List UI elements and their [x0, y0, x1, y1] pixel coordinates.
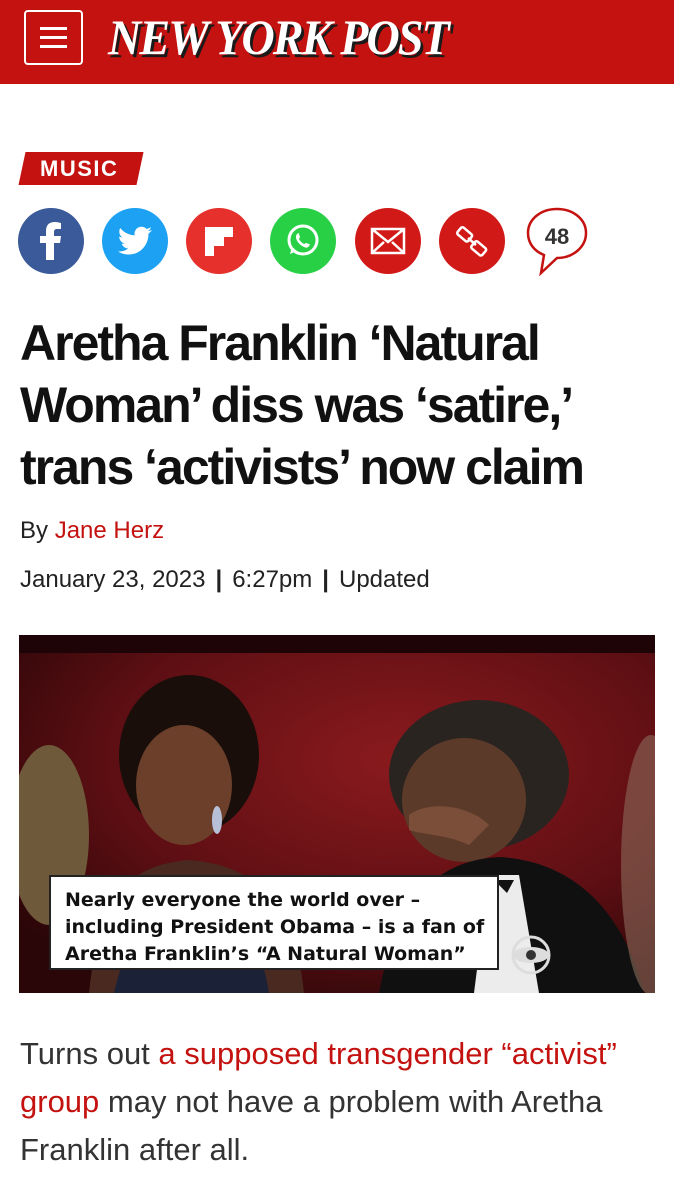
section-tag-music[interactable]: MUSIC [18, 152, 144, 185]
section-tag-label: MUSIC [40, 156, 119, 181]
share-bar: 48 [18, 207, 598, 278]
flipboard-icon[interactable] [186, 208, 252, 274]
byline-prefix: By [20, 517, 49, 544]
headline-line: Aretha Franklin ‘Natural [20, 315, 541, 371]
headline-line: Woman’ diss was ‘satire,’ [20, 377, 574, 433]
site-logo[interactable]: NEW YORK POST [108, 6, 458, 68]
facebook-icon[interactable] [18, 208, 84, 274]
article-headline: Aretha Franklin ‘Natural Woman’ diss was… [20, 312, 660, 498]
publish-time: 6:27pm [232, 566, 313, 593]
publish-date: January 23, 2023 [20, 566, 206, 593]
caption-line: Aretha Franklin’s “A Natural Woman” [65, 943, 466, 965]
caption-line: including President Obama – is a fan of [65, 916, 485, 938]
lede-text: Turns out [20, 1036, 159, 1071]
twitter-icon[interactable] [102, 208, 168, 274]
dateline: January 23, 2023 | 6:27pm | Updated [20, 566, 430, 594]
byline: By Jane Herz [20, 517, 164, 545]
image-caption-overlay: Nearly everyone the world over – includi… [49, 875, 499, 970]
article-lede: Turns out a supposed transgender “activi… [20, 1030, 640, 1174]
site-header: NEW YORK POST [0, 0, 674, 84]
comment-count: 48 [544, 224, 570, 249]
whatsapp-icon[interactable] [270, 208, 336, 274]
article-hero-image[interactable]: Nearly everyone the world over – includi… [19, 635, 655, 993]
author-link[interactable]: Jane Herz [55, 517, 164, 544]
caption-line: Nearly everyone the world over – [65, 889, 421, 911]
lede-text: may not have a problem with Aretha Frank… [20, 1084, 603, 1167]
separator: | [215, 566, 223, 593]
headline-line: trans ‘activists’ now claim [20, 439, 585, 495]
link-icon[interactable] [439, 208, 505, 274]
comment-bubble-icon[interactable]: 48 [524, 207, 590, 276]
updated-label: Updated [338, 566, 430, 593]
separator: | [322, 566, 329, 593]
email-icon[interactable] [355, 208, 421, 274]
hamburger-menu-icon[interactable] [24, 10, 83, 65]
